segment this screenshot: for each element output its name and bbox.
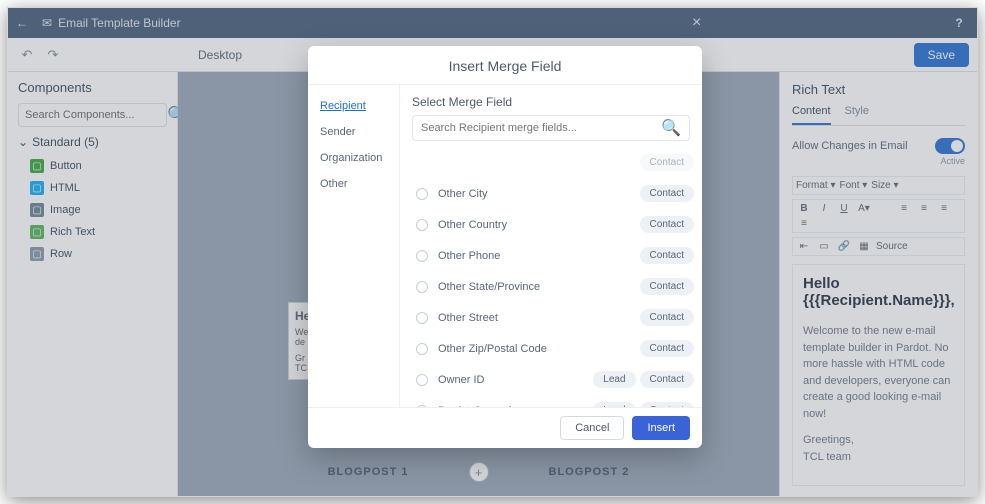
- modal-title: Insert Merge Field: [308, 46, 702, 84]
- tag-pill: Contact: [640, 309, 694, 326]
- select-merge-label: Select Merge Field: [400, 85, 702, 115]
- radio-icon[interactable]: [416, 312, 428, 324]
- merge-field-row[interactable]: Other StreetContact: [412, 302, 698, 333]
- radio-icon[interactable]: [416, 250, 428, 262]
- merge-field-row[interactable]: Other CountryContact: [412, 209, 698, 240]
- tag-pill: Contact: [640, 185, 694, 202]
- cancel-button[interactable]: Cancel: [560, 416, 624, 440]
- radio-icon[interactable]: [416, 374, 428, 386]
- search-icon: 🔍: [661, 118, 681, 138]
- merge-field-row[interactable]: Other PhoneContact: [412, 240, 698, 271]
- merge-field-row[interactable]: Pardot CampaignLeadContact: [412, 395, 698, 407]
- merge-search[interactable]: 🔍: [412, 115, 690, 141]
- merge-field-list[interactable]: ContactOther CityContactOther CountryCon…: [400, 147, 702, 407]
- category-organization[interactable]: Organization: [308, 145, 399, 171]
- tag-pill: Contact: [640, 216, 694, 233]
- radio-icon[interactable]: [416, 281, 428, 293]
- merge-field-row[interactable]: Owner IDLeadContact: [412, 364, 698, 395]
- tag-pill: Contact: [640, 247, 694, 264]
- radio-icon[interactable]: [416, 343, 428, 355]
- tag-pill: Contact: [640, 340, 694, 357]
- category-recipient[interactable]: Recipient: [308, 93, 399, 119]
- merge-field-row[interactable]: Other Zip/Postal CodeContact: [412, 333, 698, 364]
- insert-button[interactable]: Insert: [632, 416, 690, 440]
- merge-field-row[interactable]: Other State/ProvinceContact: [412, 271, 698, 302]
- tag-pill: Contact: [640, 278, 694, 295]
- category-other[interactable]: Other: [308, 171, 399, 197]
- insert-merge-field-modal: Insert Merge Field RecipientSenderOrgani…: [308, 46, 702, 448]
- category-sender[interactable]: Sender: [308, 119, 399, 145]
- radio-icon[interactable]: [416, 219, 428, 231]
- modal-categories: RecipientSenderOrganizationOther: [308, 85, 400, 407]
- radio-icon[interactable]: [416, 188, 428, 200]
- merge-search-input[interactable]: [421, 122, 661, 134]
- tag-pill: Lead: [593, 371, 635, 388]
- merge-field-row[interactable]: Other CityContact: [412, 178, 698, 209]
- tag-pill: Contact: [640, 371, 694, 388]
